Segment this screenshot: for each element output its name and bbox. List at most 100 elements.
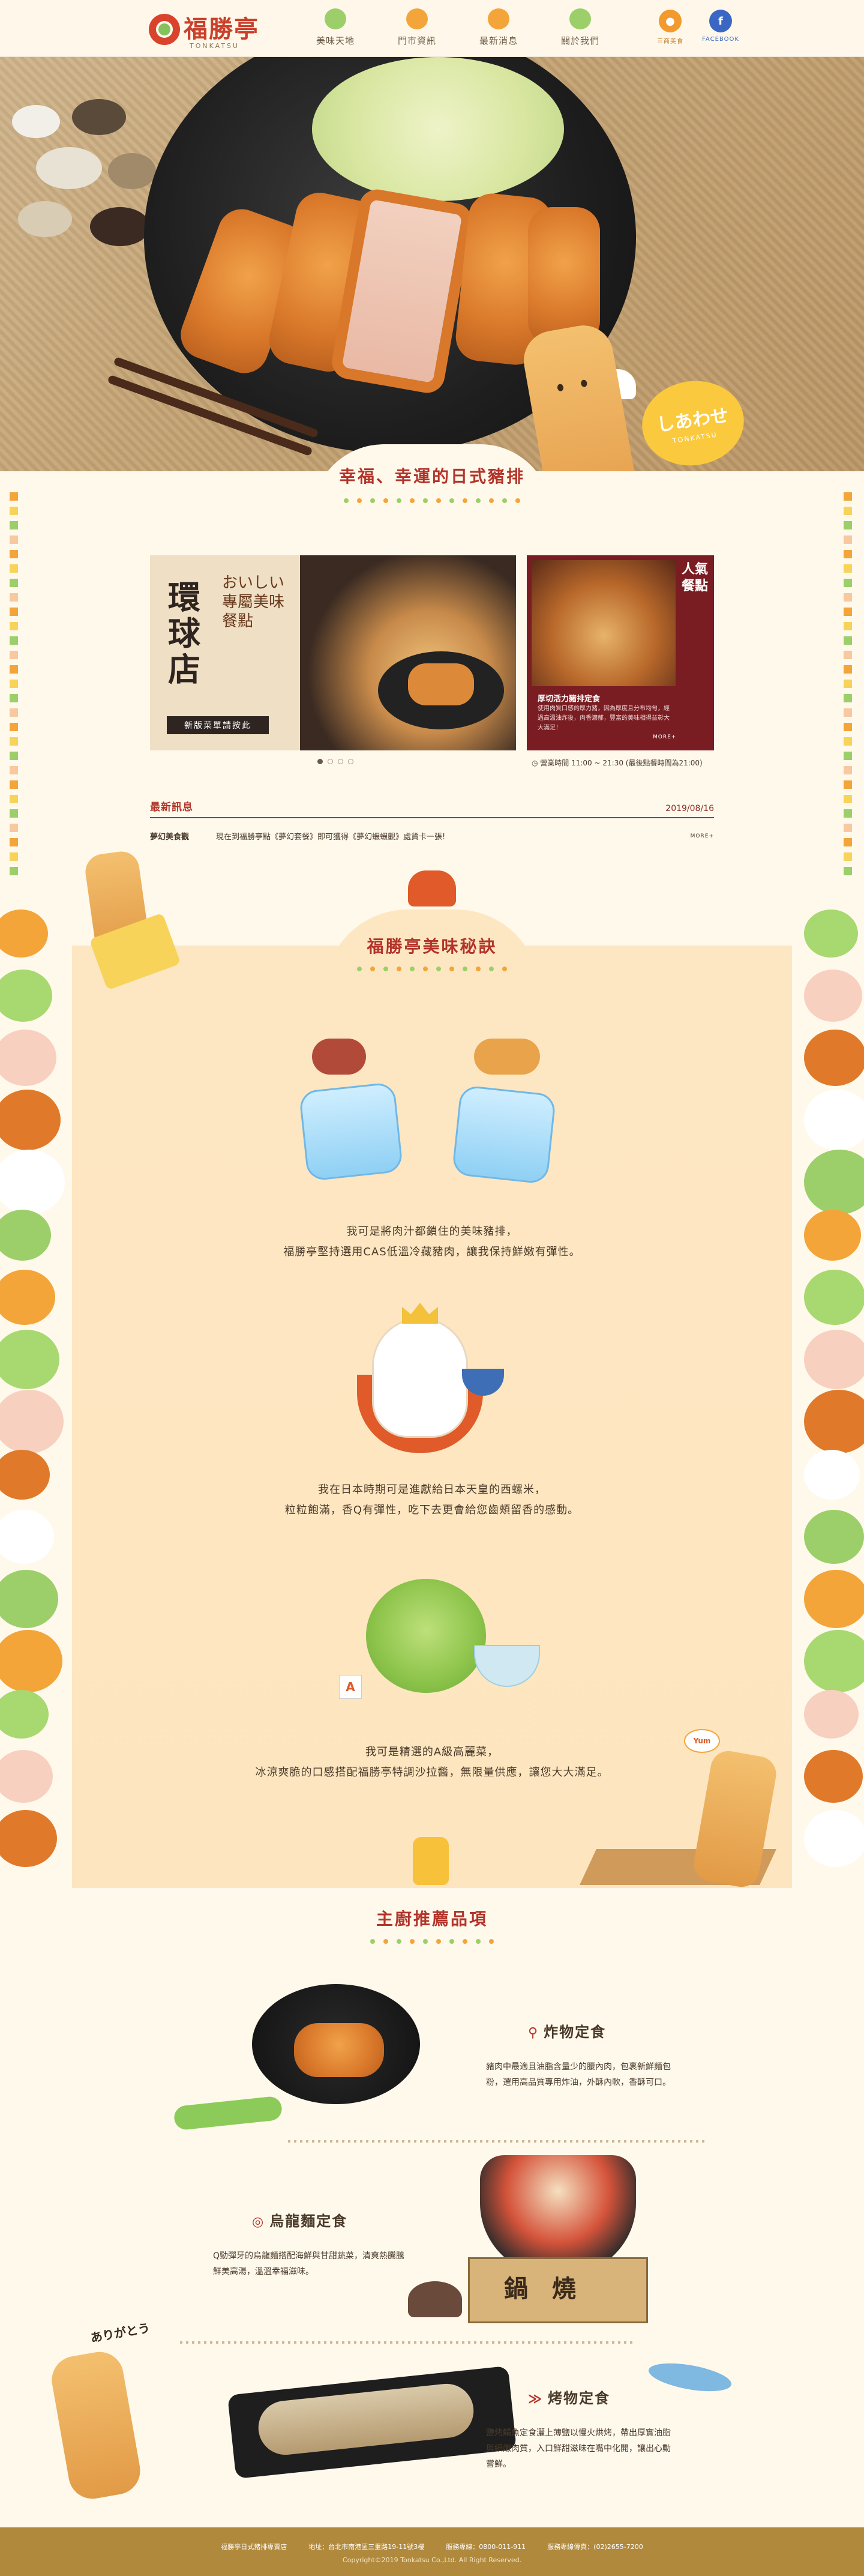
dot	[476, 967, 481, 971]
checker-square	[10, 492, 18, 501]
checker-square	[10, 824, 18, 832]
dotted-divider	[288, 2140, 708, 2143]
recommend-item-title[interactable]: ◎ 烏龍麵定食	[252, 2209, 347, 2230]
cabbage	[312, 57, 564, 201]
vegetable-blob	[0, 1630, 62, 1692]
site-logo[interactable]: 福勝亭 TONKATSU	[149, 8, 263, 50]
carousel-dot[interactable]	[348, 759, 353, 764]
dot	[463, 498, 467, 503]
checker-square	[10, 507, 18, 515]
vegetable-blob	[0, 1330, 59, 1389]
nav-item-about[interactable]: 關於我們	[542, 8, 618, 50]
popular-more-link[interactable]: MORE+	[653, 734, 676, 740]
recommend-item-desc: 豬肉中最適且油脂含量少的腰內肉，包裹新鮮麵包粉，選用高品質專用炸油，外酥內軟，香…	[486, 2062, 671, 2087]
meat-on-ice	[312, 1039, 366, 1075]
checker-square	[10, 521, 18, 529]
dot	[370, 498, 375, 503]
stone-deco	[90, 207, 150, 246]
checker-square	[10, 636, 18, 645]
hero-banner: しあわせ TONKATSU	[0, 57, 864, 471]
carousel-dot[interactable]	[317, 759, 323, 764]
dotted-divider	[180, 2341, 636, 2344]
secret-line: 我在日本時期可是進獻給日本天皇的西螺米，	[318, 1483, 546, 1496]
checker-square	[10, 564, 18, 573]
footer-fax: 服務專線傳真：(02)2655-7200	[547, 2543, 643, 2551]
chef-hat	[408, 870, 456, 906]
dot	[436, 1939, 441, 1944]
vegetable-deco-right	[792, 909, 864, 1888]
footer-info: 福勝亭日式豬排專賣店 地址：台北市南港區三重路19-11號3樓 服務專線：080…	[0, 2542, 864, 2551]
dot	[410, 498, 415, 503]
vegetable-blob	[804, 1330, 864, 1389]
dot	[410, 967, 415, 971]
popular-tag: 人氣餐點	[682, 562, 709, 594]
vegetable-blob	[0, 1090, 61, 1150]
vegetable-deco-left	[0, 909, 72, 1888]
nav-item-news[interactable]: 最新消息	[461, 8, 536, 50]
news-more-link[interactable]: MORE+	[691, 833, 714, 839]
recommend-item-desc: 鹽烤鯖魚定食灑上薄鹽以慢火烘烤，帶出厚實油脂與細嫩肉質，入口鮮甜滋味在嘴中化開，…	[486, 2428, 671, 2469]
spatula-icon: ⚲	[528, 2026, 539, 2041]
main-nav: 美味天地 門市資訊 最新消息 關於我們	[298, 8, 624, 50]
carousel-dot[interactable]	[328, 759, 333, 764]
new-menu-button[interactable]: 新版菜單請按此	[167, 716, 269, 734]
fried-katsu	[294, 2023, 384, 2077]
checker-square	[844, 723, 852, 731]
dot	[357, 498, 362, 503]
checker-square	[844, 795, 852, 803]
footer-phone: 服務專線：0800-011-911	[446, 2543, 526, 2551]
katsu-piece	[528, 207, 600, 345]
popular-dish-desc: 使用肉質口感的厚力豬，因為厚度且分布均勻，經過高溫油炸後，肉香濃郁，豐富的美味相…	[538, 705, 670, 731]
section-title: 主廚推薦品項	[376, 1909, 488, 1929]
dot	[489, 967, 494, 971]
footer-company: 福勝亭日式豬排專賣店	[221, 2543, 287, 2551]
secret-line: 粒粒飽滿，香Q有彈性，吃下去更會給您齒頰留香的感動。	[284, 1504, 580, 1516]
nav-label: 關於我們	[560, 35, 599, 46]
recommend-item-title[interactable]: ≫ 烤物定食	[528, 2386, 610, 2407]
news-item[interactable]: 夢幻美食觀 現在到福勝亭點《夢幻套餐》即可獲得《夢幻蝦蝦觀》處貨卡一張!	[150, 830, 714, 842]
dot	[423, 1939, 428, 1944]
carousel-dot[interactable]	[338, 759, 343, 764]
vegetable-blob	[0, 1390, 64, 1453]
news-section: 最新訊息 2019/08/16 夢幻美食觀 現在到福勝亭點《夢幻套餐》即可獲得《…	[150, 798, 714, 842]
checker-square	[844, 622, 852, 630]
banner-store-name: 環球店	[168, 578, 200, 689]
stone-deco	[36, 147, 102, 189]
dot	[463, 967, 467, 971]
recommend-item-title[interactable]: ⚲ 炸物定食	[528, 2020, 606, 2041]
footer-copyright: Copyright©2019 Tonkatsu Co.,Ltd. All Rig…	[342, 2556, 522, 2564]
dot	[449, 498, 454, 503]
popular-dish-card[interactable]: 人氣餐點 厚切活力豬排定食 使用肉質口感的厚力豬，因為厚度且分布均勻，經過高溫油…	[527, 555, 714, 750]
popular-dish-photo	[532, 560, 676, 686]
nav-item-stores[interactable]: 門市資訊	[379, 8, 455, 50]
store-banner[interactable]: 環球店 おいしい專屬美味餐點 新版菜單請按此	[150, 555, 516, 750]
thumbs-up-icon	[413, 1837, 449, 1885]
dot	[502, 498, 507, 503]
site-footer: 福勝亭日式豬排專賣店 地址：台北市南港區三重路19-11號3樓 服務專線：080…	[0, 2527, 864, 2576]
checker-square	[844, 680, 852, 688]
vegetable-blob	[0, 1810, 57, 1867]
dot	[383, 498, 388, 503]
dot-divider	[0, 498, 864, 503]
news-date: 2019/08/16	[665, 804, 714, 813]
nav-item-menu[interactable]: 美味天地	[298, 8, 373, 50]
logo-icon	[149, 14, 180, 45]
logo-text: 福勝亭	[184, 15, 259, 43]
cabbage-mascot	[366, 1579, 486, 1693]
carousel-dots	[315, 759, 356, 764]
vegetable-blob	[0, 1030, 56, 1086]
vegetable-blob	[804, 1390, 864, 1453]
checker-square	[844, 651, 852, 659]
dot	[515, 498, 520, 503]
checker-square	[10, 723, 18, 731]
checker-square	[844, 708, 852, 717]
facebook-link[interactable]: f FACEBOOK	[698, 10, 743, 45]
checker-square	[844, 824, 852, 832]
site-header: 福勝亭 TONKATSU 美味天地 門市資訊 最新消息 關於我們 ● 三商美食 …	[0, 0, 864, 57]
checker-square	[10, 766, 18, 774]
facebook-icon: f	[709, 10, 732, 32]
secret-line: 我可是將肉汁都鎖住的美味豬排，	[346, 1225, 518, 1238]
checker-square	[10, 809, 18, 818]
nav-label: 美味天地	[316, 35, 355, 46]
sanshang-link[interactable]: ● 三商美食	[648, 10, 692, 45]
